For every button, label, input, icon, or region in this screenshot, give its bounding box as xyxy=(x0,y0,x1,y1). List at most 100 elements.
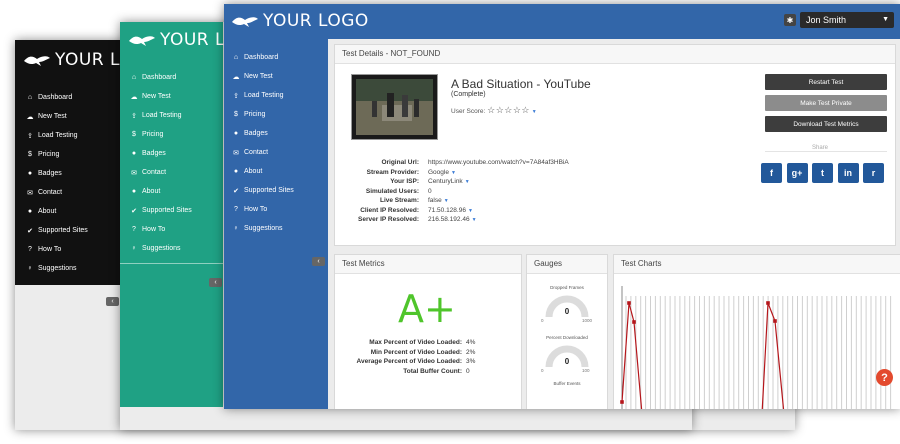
collapse-sidebar-button[interactable]: ‹ xyxy=(312,257,325,266)
logo-bird-icon xyxy=(24,56,50,66)
restart-test-button[interactable]: Restart Test xyxy=(765,74,887,90)
sidebar-item-suggestions[interactable]: ♀ Suggestions xyxy=(231,219,294,238)
sidebar-item-about[interactable]: ● About xyxy=(25,202,88,221)
sidebar-item-about[interactable]: ● About xyxy=(129,182,192,201)
gauge-max: 1000 xyxy=(582,318,593,323)
sidebar-item-label: Load Testing xyxy=(244,92,284,99)
sidebar-item-supported-sites[interactable]: ✔ Supported Sites xyxy=(231,181,294,200)
metric-key: Min Percent of Video Loaded: xyxy=(370,348,462,356)
gauge-value: 0 xyxy=(564,307,570,316)
help-icon[interactable]: ? xyxy=(876,369,893,386)
video-thumbnail[interactable] xyxy=(351,74,438,140)
lightbulb-icon: ♀ xyxy=(27,265,33,272)
detail-value: Google ▼ xyxy=(428,169,456,176)
detail-value-text: Google xyxy=(428,168,449,176)
question-icon: ? xyxy=(28,246,32,253)
metric-value: 2% xyxy=(466,348,476,356)
cloud-icon: ☁ xyxy=(232,73,240,81)
metric-key: Total Buffer Count: xyxy=(403,367,462,375)
sidebar-item-label: Contact xyxy=(244,149,269,156)
chevron-down-icon[interactable]: ▼ xyxy=(451,170,456,176)
check-icon: ✔ xyxy=(131,207,137,215)
sidebar-item-new-test[interactable]: ☁ New Test xyxy=(231,67,294,86)
sidebar-item-badges[interactable]: ● Badges xyxy=(231,124,294,143)
sidebar-nav: ⌂ Dashboard ☁ New Test ⇪ Load Testing $ Pricing… xyxy=(25,88,88,278)
sidebar-item-new-test[interactable]: ☁ New Test xyxy=(129,87,192,106)
question-icon: ? xyxy=(234,206,238,213)
user-menu[interactable]: Jon Smith ▼ xyxy=(800,12,894,28)
logo-bird-icon xyxy=(232,17,258,27)
gauges-header: Gauges xyxy=(527,255,607,274)
sidebar-item-supported-sites[interactable]: ✔ Supported Sites xyxy=(129,201,192,220)
gauge-min: 0 xyxy=(541,318,544,323)
make-test-private-button[interactable]: Make Test Private xyxy=(765,95,887,111)
sidebar-item-pricing[interactable]: $ Pricing xyxy=(25,145,88,164)
sidebar-green: YOUR LOGO ⌂ Dashboard ☁ New Test ⇪ Load Testi… xyxy=(120,22,265,407)
user-score: User Score: ☆☆☆☆☆ ▼ xyxy=(451,105,537,115)
chevron-down-icon[interactable]: ▼ xyxy=(444,198,449,204)
sidebar-item-label: Contact xyxy=(142,169,167,176)
sidebar-item-contact[interactable]: ✉ Contact xyxy=(231,143,294,162)
chart-point xyxy=(627,301,631,305)
sidebar-item-pricing[interactable]: $ Pricing xyxy=(129,125,192,144)
video-thumbnail-image xyxy=(352,75,437,139)
sidebar-item-load-testing[interactable]: ⇪ Load Testing xyxy=(231,86,294,105)
sidebar-item-label: Pricing xyxy=(38,151,60,158)
chevron-down-icon[interactable]: ▼ xyxy=(472,217,477,223)
sidebar-item-load-testing[interactable]: ⇪ Load Testing xyxy=(25,126,88,145)
collapse-sidebar-button[interactable]: ‹ xyxy=(209,278,222,287)
detail-value: https://www.youtube.com/watch?v=7A84af3H… xyxy=(428,159,569,166)
sidebar-item-dashboard[interactable]: ⌂ Dashboard xyxy=(25,88,88,107)
divider xyxy=(120,263,223,264)
cloud-icon: ☁ xyxy=(26,113,34,121)
detail-value: 71.50.128.96 ▼ xyxy=(428,207,473,214)
sidebar-item-contact[interactable]: ✉ Contact xyxy=(25,183,88,202)
sidebar-item-new-test[interactable]: ☁ New Test xyxy=(25,107,88,126)
detail-key: Live Stream: xyxy=(379,197,419,204)
sidebar-item-load-testing[interactable]: ⇪ Load Testing xyxy=(129,106,192,125)
sidebar-item-suggestions[interactable]: ♀ Suggestions xyxy=(25,259,88,278)
sidebar-item-badges[interactable]: ● Badges xyxy=(25,164,88,183)
sidebar-item-how-to[interactable]: ? How To xyxy=(25,240,88,259)
info-icon: ● xyxy=(233,168,239,175)
detail-value-text: 71.50.128.96 xyxy=(428,206,466,214)
detail-value-text: CenturyLink xyxy=(428,178,463,185)
metric-value: 3% xyxy=(466,358,476,365)
star-rating[interactable]: ☆☆☆☆☆ xyxy=(487,105,530,115)
sidebar-item-supported-sites[interactable]: ✔ Supported Sites xyxy=(25,221,88,240)
sidebar-item-contact[interactable]: ✉ Contact xyxy=(129,163,192,182)
chart-point xyxy=(766,301,770,305)
gauges-panel: Gauges Dropped Frames 0 0 1000 Percent Downl… xyxy=(526,254,608,409)
sidebar-item-how-to[interactable]: ? How To xyxy=(129,220,192,239)
sidebar-item-dashboard[interactable]: ⌂ Dashboard xyxy=(129,68,192,87)
test-status: (Complete) xyxy=(451,91,486,98)
sidebar-item-how-to[interactable]: ? How To xyxy=(231,200,294,219)
collapse-sidebar-button[interactable]: ‹ xyxy=(106,297,119,306)
sidebar-item-label: Load Testing xyxy=(142,112,182,119)
sidebar-item-about[interactable]: ● About xyxy=(231,162,294,181)
chevron-down-icon[interactable]: ▼ xyxy=(532,109,537,115)
download-test-metrics-button[interactable]: Download Test Metrics xyxy=(765,116,887,132)
check-icon: ✔ xyxy=(27,227,33,235)
test-metrics-header: Test Metrics xyxy=(335,255,521,274)
sidebar-item-label: Dashboard xyxy=(142,74,177,81)
bug-icon[interactable]: ✱ xyxy=(784,14,796,26)
gauge-min: 0 xyxy=(541,368,544,373)
sidebar-item-badges[interactable]: ● Badges xyxy=(129,144,192,163)
sidebar-item-dashboard[interactable]: ⌂ Dashboard xyxy=(231,48,294,67)
metric-key: Max Percent of Video Loaded: xyxy=(369,339,462,346)
chevron-down-icon[interactable]: ▼ xyxy=(468,208,473,214)
cloud-upload-icon: ⇪ xyxy=(131,112,137,120)
info-icon: ● xyxy=(27,208,33,215)
sidebar-item-label: Suggestions xyxy=(142,245,181,252)
share-label: Share xyxy=(809,145,832,151)
sidebar-item-suggestions[interactable]: ♀ Suggestions xyxy=(129,239,192,258)
detail-value-text: https://www.youtube.com/watch?v=7A84af3H… xyxy=(428,159,569,166)
sidebar-item-label: Pricing xyxy=(142,131,164,138)
sidebar-item-label: Load Testing xyxy=(38,132,78,139)
detail-key: Simulated Users: xyxy=(365,187,419,195)
chevron-down-icon[interactable]: ▼ xyxy=(465,179,470,185)
sidebar-item-label: Badges xyxy=(244,130,268,137)
sidebar-item-pricing[interactable]: $ Pricing xyxy=(231,105,294,124)
metric-value: 0 xyxy=(466,367,470,375)
